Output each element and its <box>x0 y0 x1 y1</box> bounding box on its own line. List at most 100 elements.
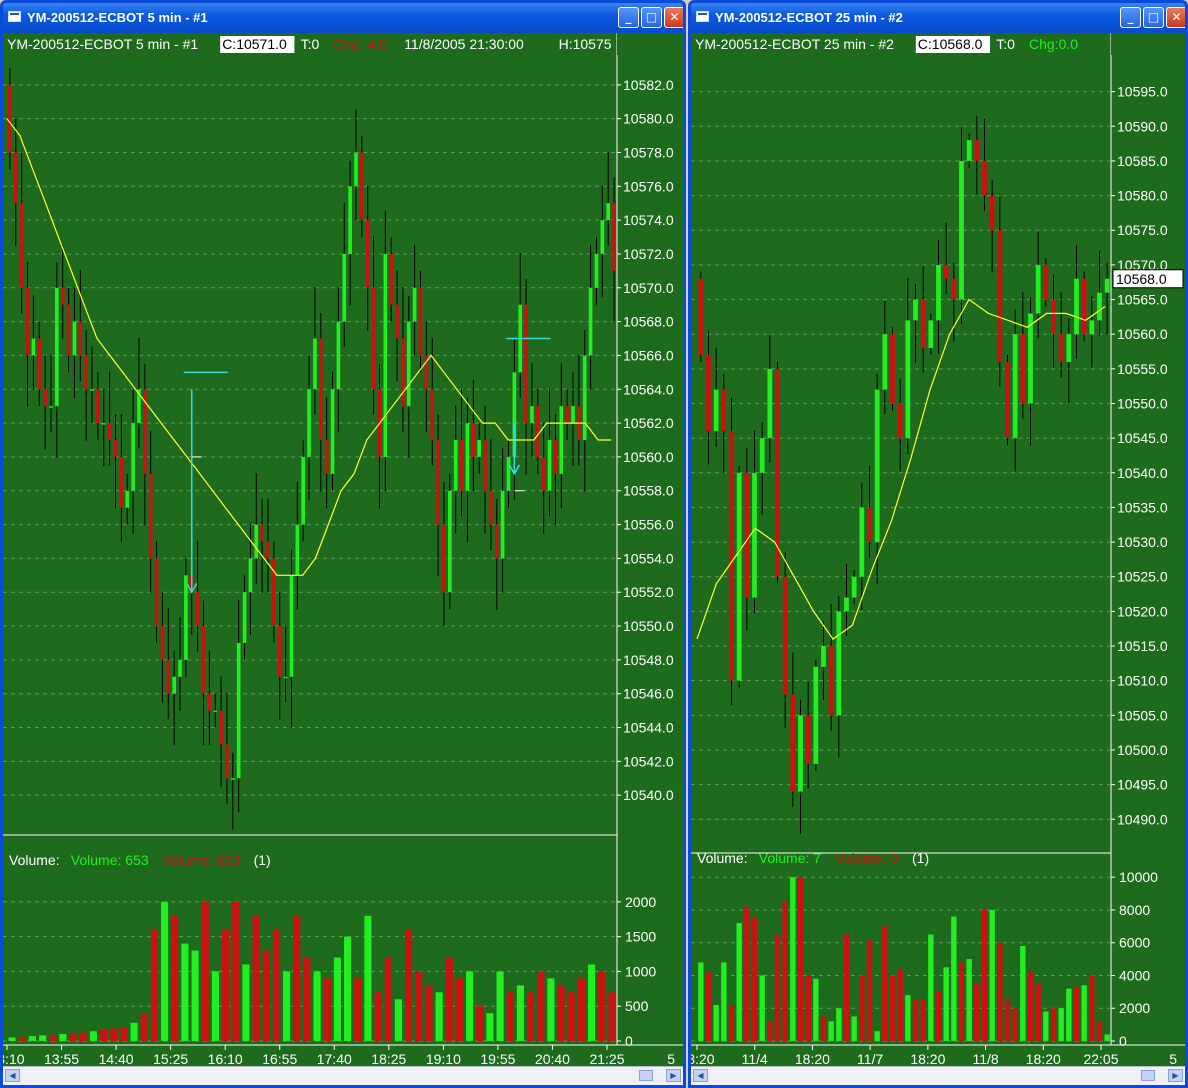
volume-bar[interactable] <box>1027 972 1034 1041</box>
volume-bar[interactable] <box>598 971 606 1041</box>
candle[interactable] <box>72 321 77 356</box>
scroll-thumb[interactable] <box>1141 1070 1155 1081</box>
candle[interactable] <box>559 406 564 474</box>
maximize-button[interactable]: □ <box>1143 7 1164 28</box>
candle[interactable] <box>1043 264 1049 300</box>
volume-bar[interactable] <box>344 936 352 1041</box>
volume-bar[interactable] <box>897 968 903 1041</box>
candle[interactable] <box>213 710 218 713</box>
candle[interactable] <box>582 355 587 440</box>
volume-bar[interactable] <box>828 1021 834 1041</box>
volume-bar[interactable] <box>79 1032 87 1041</box>
volume-bar[interactable] <box>527 992 535 1041</box>
candle[interactable] <box>897 403 903 439</box>
candle[interactable] <box>260 524 264 542</box>
candle[interactable] <box>412 287 417 322</box>
candle[interactable] <box>905 320 911 439</box>
candle[interactable] <box>459 440 464 491</box>
candle[interactable] <box>767 368 773 439</box>
candle[interactable] <box>1089 320 1095 335</box>
candle[interactable] <box>928 320 934 349</box>
volume-bar[interactable] <box>272 929 280 1041</box>
volume-bar[interactable] <box>262 950 270 1041</box>
candle[interactable] <box>60 287 65 305</box>
volume-bar[interactable] <box>608 992 616 1041</box>
volume-bar[interactable] <box>496 971 504 1041</box>
candle[interactable] <box>125 490 130 508</box>
volume-bar[interactable] <box>283 971 291 1041</box>
volume-bar[interactable] <box>252 915 260 1041</box>
volume-bar[interactable] <box>966 959 972 1041</box>
candle[interactable] <box>272 558 276 627</box>
candle[interactable] <box>813 666 819 764</box>
volume-bar[interactable] <box>425 985 433 1041</box>
volume-bar[interactable] <box>997 942 1003 1041</box>
candle[interactable] <box>107 423 112 440</box>
volume-bar[interactable] <box>466 971 474 1041</box>
volume-bar[interactable] <box>1058 1008 1064 1041</box>
volume-bar[interactable] <box>1066 988 1072 1041</box>
candle[interactable] <box>248 558 253 593</box>
volume-bar[interactable] <box>774 934 781 1041</box>
candle[interactable] <box>131 423 135 491</box>
candle[interactable] <box>324 440 329 474</box>
candle[interactable] <box>19 203 24 288</box>
candle[interactable] <box>989 195 995 231</box>
candle[interactable] <box>506 456 511 491</box>
volume-bar[interactable] <box>323 978 331 1041</box>
volume-bar[interactable] <box>506 992 514 1041</box>
volume-bar[interactable] <box>547 978 555 1041</box>
candle[interactable] <box>318 338 323 440</box>
candle[interactable] <box>242 592 247 643</box>
candle[interactable] <box>13 152 18 204</box>
volume-bar[interactable] <box>943 967 949 1041</box>
horizontal-scrollbar[interactable]: ◀ ▶ <box>3 1066 683 1085</box>
volume-bar[interactable] <box>333 957 341 1041</box>
candle[interactable] <box>395 304 399 339</box>
maximize-button[interactable]: □ <box>641 7 662 28</box>
candle[interactable] <box>890 334 895 404</box>
candle[interactable] <box>867 507 872 543</box>
candle[interactable] <box>790 694 796 792</box>
chart-window-1[interactable]: YM-200512-ECBOT 5 min - #1 _ □ ✕ 10582.0… <box>0 0 686 1088</box>
volume-bar[interactable] <box>405 929 413 1041</box>
candle[interactable] <box>219 710 223 745</box>
volume-bar[interactable] <box>1035 983 1041 1041</box>
volume-bar[interactable] <box>912 1000 919 1041</box>
volume-bar[interactable] <box>374 992 382 1041</box>
candle[interactable] <box>736 472 742 681</box>
volume-bar[interactable] <box>232 901 240 1041</box>
candle[interactable] <box>974 140 980 161</box>
volume-bar[interactable] <box>1104 1034 1110 1041</box>
candle[interactable] <box>201 626 206 694</box>
volume-bar[interactable] <box>958 962 965 1041</box>
volume-bar[interactable] <box>110 1028 118 1041</box>
candle[interactable] <box>336 321 341 390</box>
volume-bar[interactable] <box>476 1006 484 1041</box>
volume-bar[interactable] <box>49 1034 57 1041</box>
candle[interactable] <box>160 626 165 660</box>
volume-bar[interactable] <box>1081 985 1087 1041</box>
candle[interactable] <box>90 389 94 391</box>
candle[interactable] <box>207 693 212 711</box>
volume-bar[interactable] <box>303 957 311 1041</box>
candle[interactable] <box>547 440 552 491</box>
volume-bar[interactable] <box>313 971 321 1041</box>
candle[interactable] <box>530 406 534 424</box>
volume-bar[interactable] <box>1073 986 1080 1041</box>
volume-bar[interactable] <box>951 916 957 1041</box>
candle[interactable] <box>184 575 188 660</box>
chart-window-icon[interactable] <box>696 11 709 22</box>
candle[interactable] <box>828 646 834 716</box>
candle[interactable] <box>571 406 575 424</box>
candle[interactable] <box>225 744 229 779</box>
candle[interactable] <box>254 524 259 559</box>
candle[interactable] <box>951 278 957 300</box>
candle[interactable] <box>31 338 36 356</box>
candle[interactable] <box>1074 278 1079 335</box>
candle[interactable] <box>752 472 757 598</box>
volume-bar[interactable] <box>557 985 565 1041</box>
candle[interactable] <box>805 715 811 764</box>
volume-bar[interactable] <box>39 1035 47 1041</box>
volume-bar[interactable] <box>8 1037 16 1041</box>
